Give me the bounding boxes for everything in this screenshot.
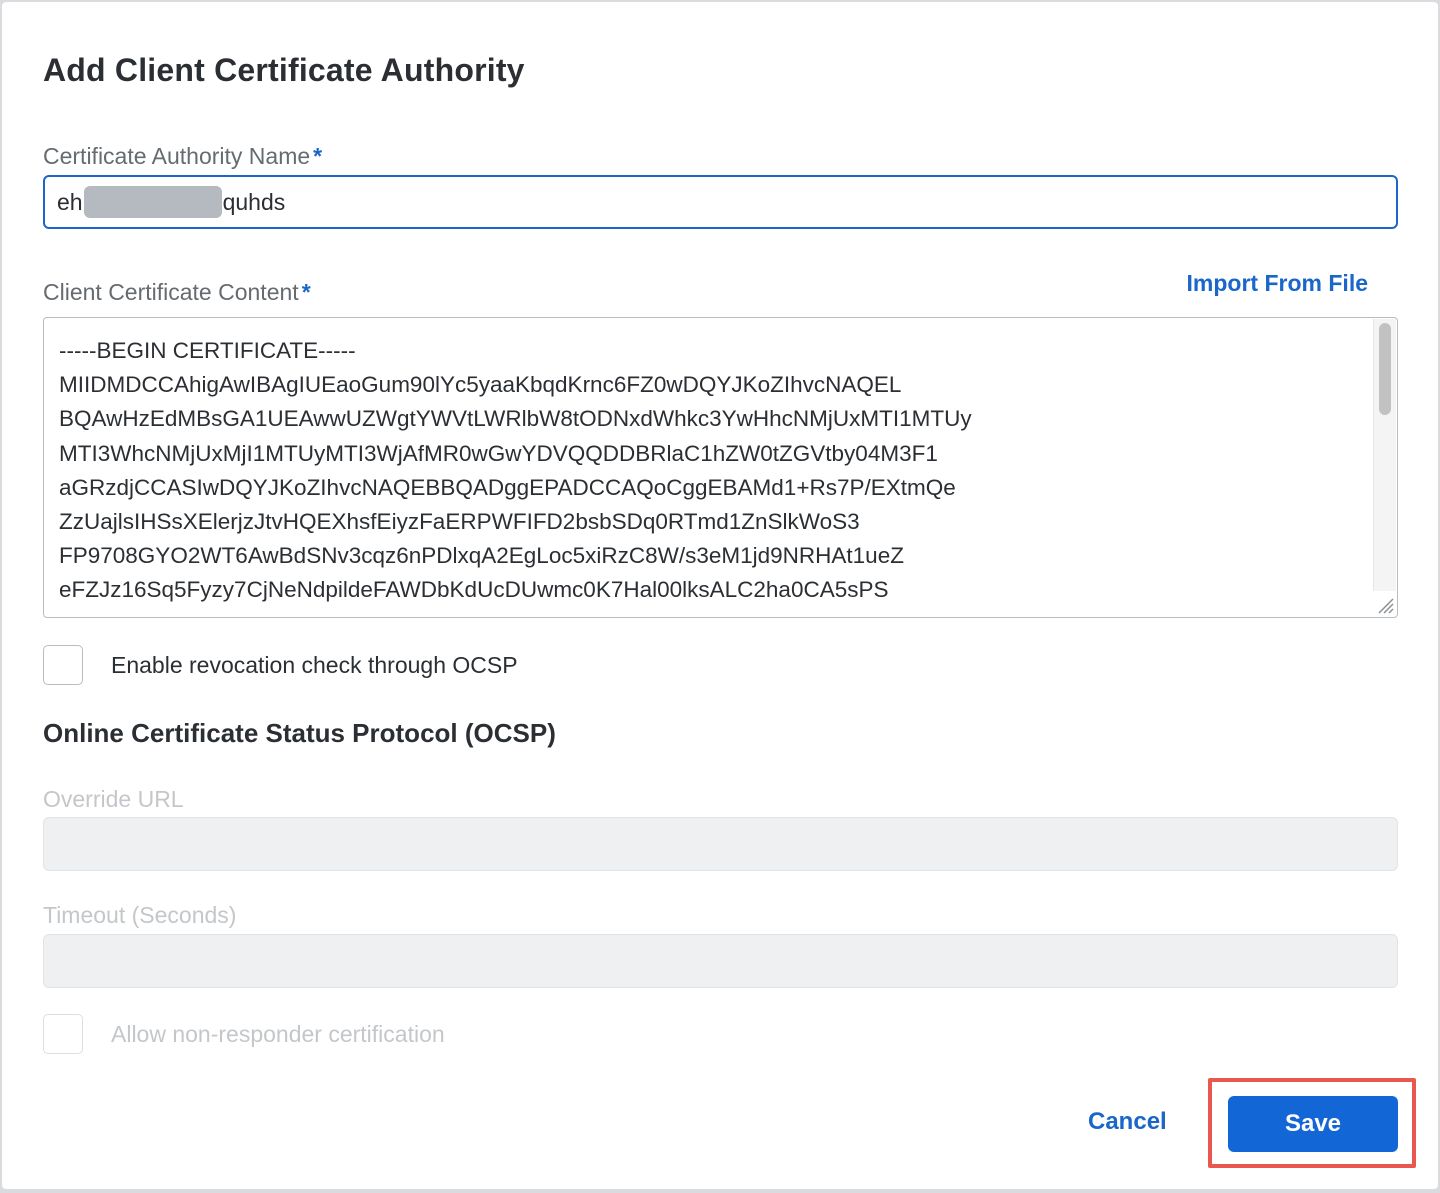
ca-name-value-suffix: quhds — [222, 188, 286, 215]
override-url-label: Override URL — [43, 786, 184, 812]
cert-content-text: -----BEGIN CERTIFICATE----- MIIDMDCCAhigA… — [59, 334, 972, 608]
non-responder-checkbox[interactable] — [43, 1014, 83, 1054]
ca-name-label: Certificate Authority Name * — [43, 143, 322, 170]
required-asterisk: * — [301, 279, 311, 305]
override-url-input[interactable] — [43, 817, 1398, 871]
cert-line: MTI3WhcNMjUxMjI1MTUyMTI3WjAfMR0wGwYDVQQD… — [59, 440, 938, 466]
cert-line: MIIDMDCCAhigAwIBAgIUEaoGum90lYc5yaaKbqdK… — [59, 372, 902, 398]
redaction-block — [83, 186, 222, 218]
cert-line: ZzUajlsIHSsXElerjzJtvHQEXhsfEiyzFaERPWFI… — [59, 509, 860, 535]
cert-content-label: Client Certificate Content * — [43, 279, 311, 306]
ca-name-label-text: Certificate Authority Name — [43, 143, 311, 169]
dialog-title: Add Client Certificate Authority — [43, 52, 525, 88]
cancel-button[interactable]: Cancel — [1088, 1108, 1167, 1136]
cert-line: FP9708GYO2WT6AwBdSNv3cqz6nPDlxqA2EgLoc5x… — [59, 543, 904, 569]
add-ca-dialog: Add Client Certificate Authority Certifi… — [2, 2, 1438, 1189]
ca-name-value-prefix: eh — [57, 188, 83, 215]
textarea-scrollbar[interactable] — [1373, 319, 1396, 591]
timeout-input[interactable] — [43, 934, 1398, 988]
import-from-file-link[interactable]: Import From File — [1187, 270, 1368, 297]
ocsp-section-title: Online Certificate Status Protocol (OCSP… — [43, 718, 556, 748]
resize-grip-icon[interactable] — [1375, 595, 1395, 615]
non-responder-label: Allow non-responder certification — [111, 1021, 445, 1047]
cert-line: aGRzdjCCASIwDQYJKoZIhvcNAQEBBQADggEPADCC… — [59, 474, 956, 500]
ocsp-enable-checkbox[interactable] — [43, 645, 83, 685]
cert-line: eFZJz16Sq5Fyzy7CjNeNdpildeFAWDbKdUcDUwmc… — [59, 577, 889, 603]
cert-content-label-text: Client Certificate Content — [43, 279, 299, 305]
cert-line: BQAwHzEdMBsGA1UEAwwUZWgtYWVtLWRlbW8tODNx… — [59, 406, 972, 432]
required-asterisk: * — [313, 143, 323, 169]
cert-content-textarea[interactable]: -----BEGIN CERTIFICATE----- MIIDMDCCAhigA… — [43, 317, 1398, 618]
timeout-label: Timeout (Seconds) — [43, 902, 237, 928]
scrollbar-thumb[interactable] — [1379, 323, 1391, 415]
ocsp-enable-label: Enable revocation check through OCSP — [111, 652, 518, 678]
ca-name-input[interactable]: eh quhds — [43, 175, 1398, 229]
cert-line: -----BEGIN CERTIFICATE----- — [59, 338, 356, 363]
save-button[interactable]: Save — [1228, 1096, 1398, 1152]
